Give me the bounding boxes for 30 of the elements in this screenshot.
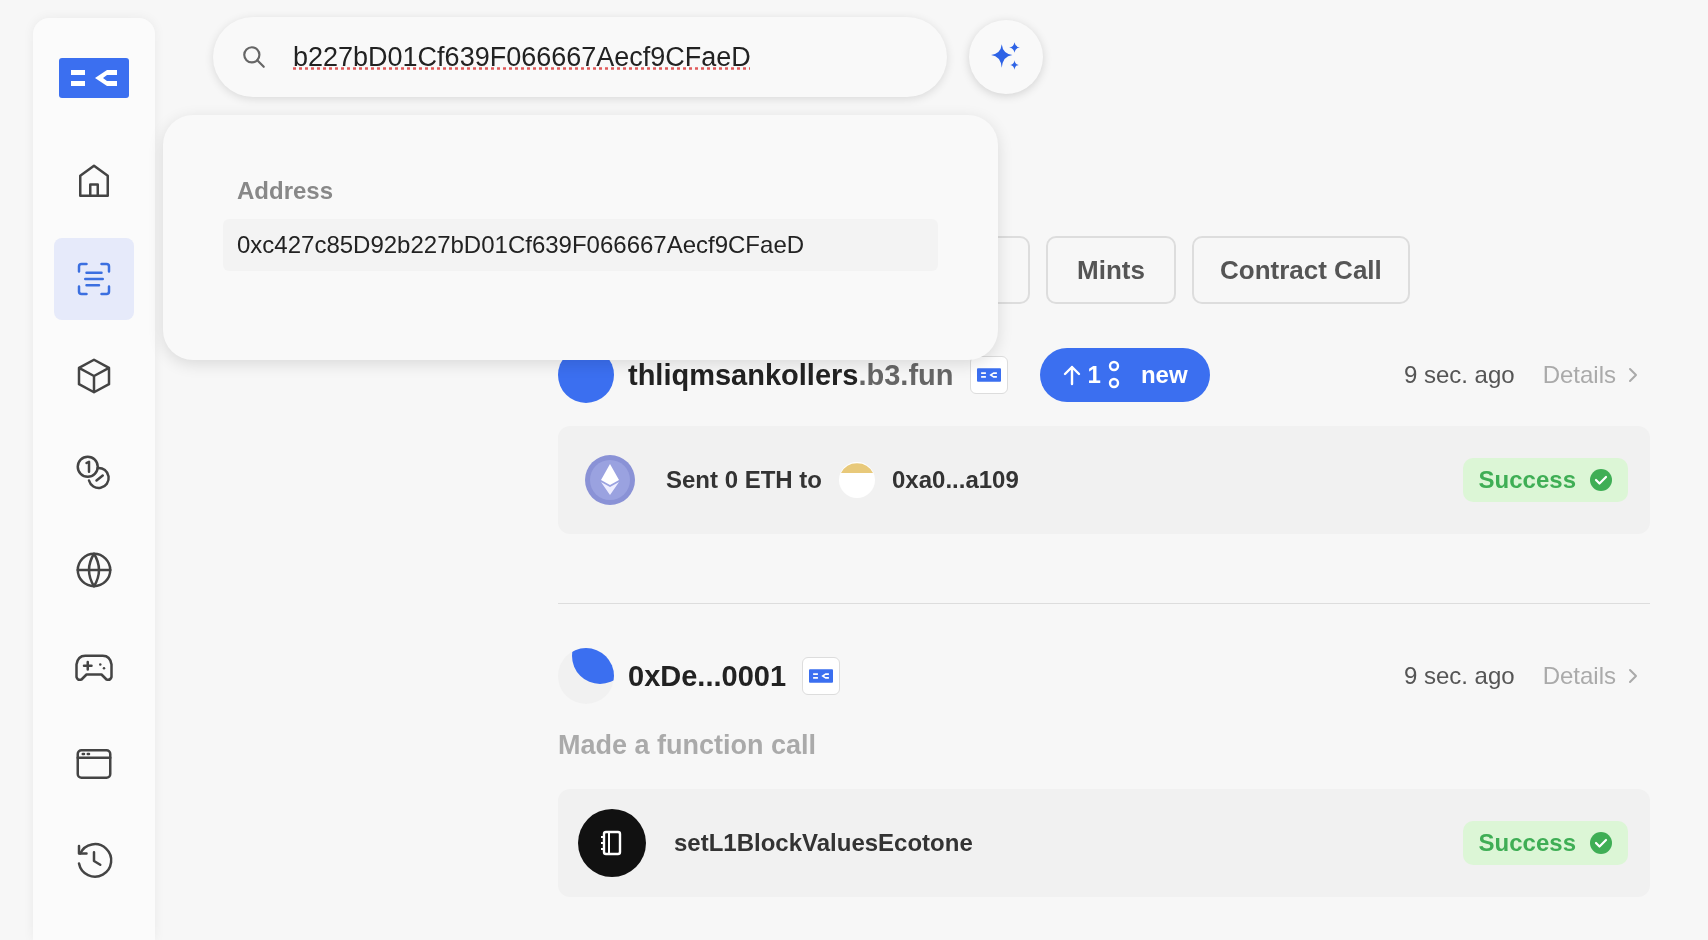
section-heading: Address [237,177,335,205]
network-badge [802,657,840,695]
ethereum-icon [584,454,636,506]
globe-icon [74,550,114,590]
ai-button[interactable] [969,20,1043,94]
contract-icon [578,809,646,877]
dots-icon [1106,360,1121,390]
search-input[interactable]: b227bD01Cf639F066667Aecf9CFaeD [293,41,919,73]
search-icon [241,44,267,70]
arrow-up-icon [1061,364,1082,386]
status-badge: Success [1462,458,1628,502]
timestamp: 9 sec. ago [1403,662,1515,690]
account-name[interactable]: thliqmsankollers.b3.fun [628,358,954,392]
recipient-address: 0xa0...a109 [892,466,1019,494]
account-name[interactable]: 0xDe...0001 [628,659,786,693]
function-name: setL1BlockValuesEcotone [674,829,973,857]
filter-button[interactable]: Contract Call [1192,236,1410,304]
transfer-text: Sent 0 ETH to [666,466,822,494]
status-badge: Success [1462,821,1628,865]
check-icon [1590,832,1612,854]
address-result[interactable]: 0xc427c85D92b227bD01Cf639F066667Aecf9CFaeD [223,219,938,271]
chevron-right-icon [1626,667,1640,685]
recipient-avatar [838,461,876,499]
logo [59,58,129,98]
new-activity-button[interactable]: 1 new [1039,348,1210,402]
chevron-right-icon [1626,366,1640,384]
activity-description: Made a function call [558,730,818,761]
check-icon [1590,469,1612,491]
filter-button[interactable]: Mints [1046,236,1176,304]
timestamp: 9 sec. ago [1403,361,1515,389]
